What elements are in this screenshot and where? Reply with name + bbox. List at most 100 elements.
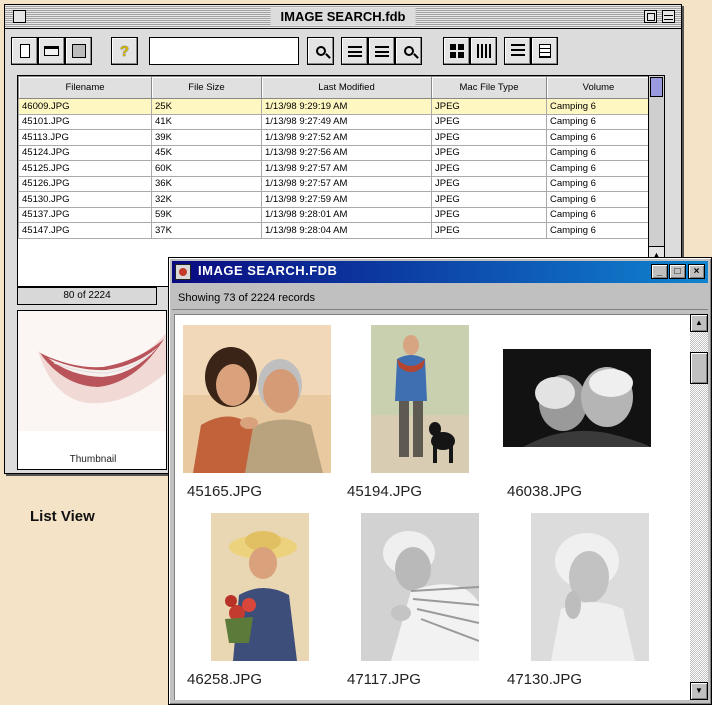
cell-file-size: 36K — [151, 175, 262, 192]
column-header-filename[interactable]: Filename — [18, 76, 152, 99]
lips-thumbnail-image — [18, 311, 166, 431]
records-status: Showing 73 of 2224 records — [172, 286, 708, 310]
table-row[interactable]: 45137.JPG 59K 1/13/98 9:28:01 AM JPEG Ca… — [18, 206, 651, 223]
open-folder-button[interactable] — [38, 37, 65, 65]
thumbnail-tile[interactable]: 46038.JPG — [503, 325, 663, 515]
close-box-icon[interactable] — [13, 10, 26, 23]
toolbar: ? — [11, 37, 675, 67]
column-header-row: Filename File Size Last Modified Mac Fil… — [18, 76, 651, 99]
cell-filename: 45125.JPG — [18, 160, 152, 177]
app-icon[interactable] — [175, 264, 191, 280]
cell-volume: Camping 6 — [546, 175, 651, 192]
cell-last-modified: 1/13/98 9:27:57 AM — [261, 160, 432, 177]
find-button[interactable] — [395, 37, 422, 65]
cell-file-type: JPEG — [431, 222, 547, 239]
cell-last-modified: 1/13/98 9:27:56 AM — [261, 144, 432, 161]
cell-file-size: 25K — [151, 98, 262, 115]
thumbnail-filename: 47117.JPG — [347, 671, 421, 688]
cell-filename: 46009.JPG — [18, 98, 152, 115]
list-view-caption: List View — [30, 508, 95, 525]
cell-file-size: 32K — [151, 191, 262, 208]
list-window-titlebar[interactable]: IMAGE SEARCH.fdb — [5, 5, 681, 29]
list-window-title: IMAGE SEARCH.fdb — [270, 8, 416, 25]
column-view-icon — [476, 44, 491, 58]
thumbnail-tile[interactable]: 45194.JPG — [343, 325, 503, 515]
column-header-mac-file-type[interactable]: Mac File Type — [431, 76, 547, 99]
list-scrollbar[interactable]: ▲ — [648, 76, 664, 286]
cell-file-size: 60K — [151, 160, 262, 177]
cell-last-modified: 1/13/98 9:27:49 AM — [261, 113, 432, 130]
list-view-icon — [510, 44, 525, 58]
maximize-button[interactable]: □ — [669, 264, 686, 279]
thumbnail-view-button[interactable] — [443, 37, 470, 65]
table-row[interactable]: 45126.JPG 36K 1/13/98 9:27:57 AM JPEG Ca… — [18, 175, 651, 192]
scroll-up-arrow-icon[interactable]: ▲ — [690, 314, 708, 332]
cell-last-modified: 1/13/98 9:27:57 AM — [261, 175, 432, 192]
save-button[interactable] — [65, 37, 92, 65]
thumbnail-tile[interactable]: 45165.JPG — [183, 325, 343, 515]
column-header-file-size[interactable]: File Size — [151, 76, 262, 99]
thumbnail-filename: 46038.JPG — [507, 483, 583, 500]
table-row[interactable]: 45101.JPG 41K 1/13/98 9:27:49 AM JPEG Ca… — [18, 113, 651, 130]
previous-record-button[interactable] — [341, 37, 368, 65]
cell-last-modified: 1/13/98 9:27:59 AM — [261, 191, 432, 208]
record-count-status: 80 of 2224 — [17, 287, 157, 305]
thumbnail-tile[interactable]: 47130.JPG — [503, 513, 663, 700]
form-view-icon — [538, 44, 551, 58]
collapse-box-icon[interactable] — [662, 10, 675, 23]
next-record-icon — [374, 45, 389, 57]
man-with-dog-photo — [371, 325, 469, 473]
help-icon: ? — [119, 42, 130, 60]
table-row[interactable]: 45125.JPG 60K 1/13/98 9:27:57 AM JPEG Ca… — [18, 160, 651, 177]
list-scroll-thumb[interactable] — [650, 77, 663, 97]
cell-file-type: JPEG — [431, 206, 547, 223]
cell-file-type: JPEG — [431, 98, 547, 115]
next-record-button[interactable] — [368, 37, 395, 65]
thumbnail-tile[interactable]: 47117.JPG — [343, 513, 503, 700]
search-input[interactable] — [149, 37, 299, 65]
thumb-window-titlebar[interactable]: IMAGE SEARCH.FDB _ □ × — [172, 261, 708, 283]
close-button[interactable]: × — [688, 264, 705, 279]
column-view-button[interactable] — [470, 37, 497, 65]
search-icon — [315, 46, 326, 56]
thumbnail-view-icon — [449, 44, 464, 58]
list-view-button[interactable] — [504, 37, 531, 65]
table-row[interactable]: 45130.JPG 32K 1/13/98 9:27:59 AM JPEG Ca… — [18, 191, 651, 208]
column-header-volume[interactable]: Volume — [546, 76, 651, 99]
thumbnail-filename: 45194.JPG — [347, 483, 423, 500]
find-icon — [403, 46, 414, 56]
cell-filename: 45137.JPG — [18, 206, 152, 223]
cell-volume: Camping 6 — [546, 113, 651, 130]
cell-last-modified: 1/13/98 9:28:01 AM — [261, 206, 432, 223]
help-button[interactable]: ? — [111, 37, 138, 65]
woman-with-flowers-photo — [211, 513, 309, 661]
thumbnail-label: Thumbnail — [69, 454, 117, 465]
table-row[interactable]: 45147.JPG 37K 1/13/98 9:28:04 AM JPEG Ca… — [18, 222, 651, 239]
minimize-button[interactable]: _ — [651, 264, 668, 279]
thumb-window-title: IMAGE SEARCH.FDB — [198, 263, 338, 278]
couple-photo — [183, 325, 331, 473]
thumbnail-filename: 46258.JPG — [187, 671, 263, 688]
search-button[interactable] — [307, 37, 334, 65]
cell-file-size: 59K — [151, 206, 262, 223]
thumbnail-scrollbar[interactable]: ▲ ▼ — [690, 314, 708, 700]
thumbnail-scroll-thumb[interactable] — [690, 352, 708, 384]
cell-volume: Camping 6 — [546, 160, 651, 177]
cell-volume: Camping 6 — [546, 98, 651, 115]
file-list: Filename File Size Last Modified Mac Fil… — [17, 75, 665, 287]
cell-file-type: JPEG — [431, 129, 547, 146]
cell-filename: 45147.JPG — [18, 222, 152, 239]
column-header-last-modified[interactable]: Last Modified — [261, 76, 432, 99]
table-row[interactable]: 46009.JPG 25K 1/13/98 9:29:19 AM JPEG Ca… — [18, 98, 651, 115]
thumbnail-tile[interactable]: 46258.JPG — [183, 513, 343, 700]
new-document-button[interactable] — [11, 37, 38, 65]
elderly-couple-photo — [503, 349, 651, 447]
form-view-button[interactable] — [531, 37, 558, 65]
table-row[interactable]: 45113.JPG 39K 1/13/98 9:27:52 AM JPEG Ca… — [18, 129, 651, 146]
zoom-box-icon[interactable] — [644, 10, 657, 23]
cell-filename: 45113.JPG — [18, 129, 152, 146]
scroll-down-arrow-icon[interactable]: ▼ — [690, 682, 708, 700]
table-row[interactable]: 45124.JPG 45K 1/13/98 9:27:56 AM JPEG Ca… — [18, 144, 651, 161]
cell-volume: Camping 6 — [546, 144, 651, 161]
previous-record-icon — [347, 45, 362, 57]
